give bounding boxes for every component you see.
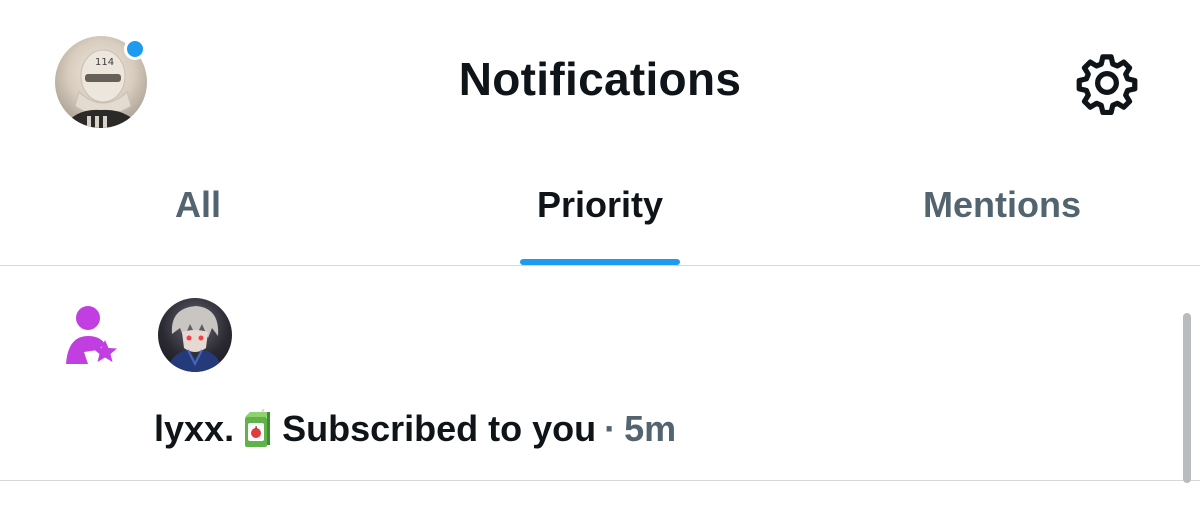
tab-priority[interactable]: Priority: [400, 160, 800, 265]
settings-button[interactable]: [1074, 50, 1140, 116]
anime-character-avatar-icon: [166, 306, 224, 372]
gear-icon: [1076, 54, 1138, 116]
top-bar: 114 Notifications: [0, 0, 1200, 160]
tab-label: Mentions: [923, 184, 1081, 225]
separator-dot: ·: [604, 408, 617, 449]
notification-action: Subscribed to you: [282, 408, 597, 449]
juice-box-emoji-icon: [242, 408, 272, 449]
tab-label: Priority: [536, 184, 664, 225]
notification-item[interactable]: lyxx. Subscribed to you · 5m: [0, 266, 1200, 480]
divider: [0, 480, 1200, 481]
page-title: Notifications: [458, 53, 742, 105]
scrollbar[interactable]: [1183, 313, 1191, 483]
tab-all[interactable]: All: [0, 160, 396, 265]
notification-text: lyxx. Subscribed to you · 5m: [154, 408, 676, 450]
person-star-icon: [62, 306, 122, 366]
tab-label: All: [174, 184, 221, 225]
actor-avatar[interactable]: [158, 298, 232, 372]
actor-name[interactable]: lyxx.: [154, 408, 234, 450]
timestamp: 5m: [624, 408, 677, 449]
tab-mentions[interactable]: Mentions: [804, 160, 1200, 265]
notification-tabs: All Priority Mentions: [0, 160, 1200, 265]
